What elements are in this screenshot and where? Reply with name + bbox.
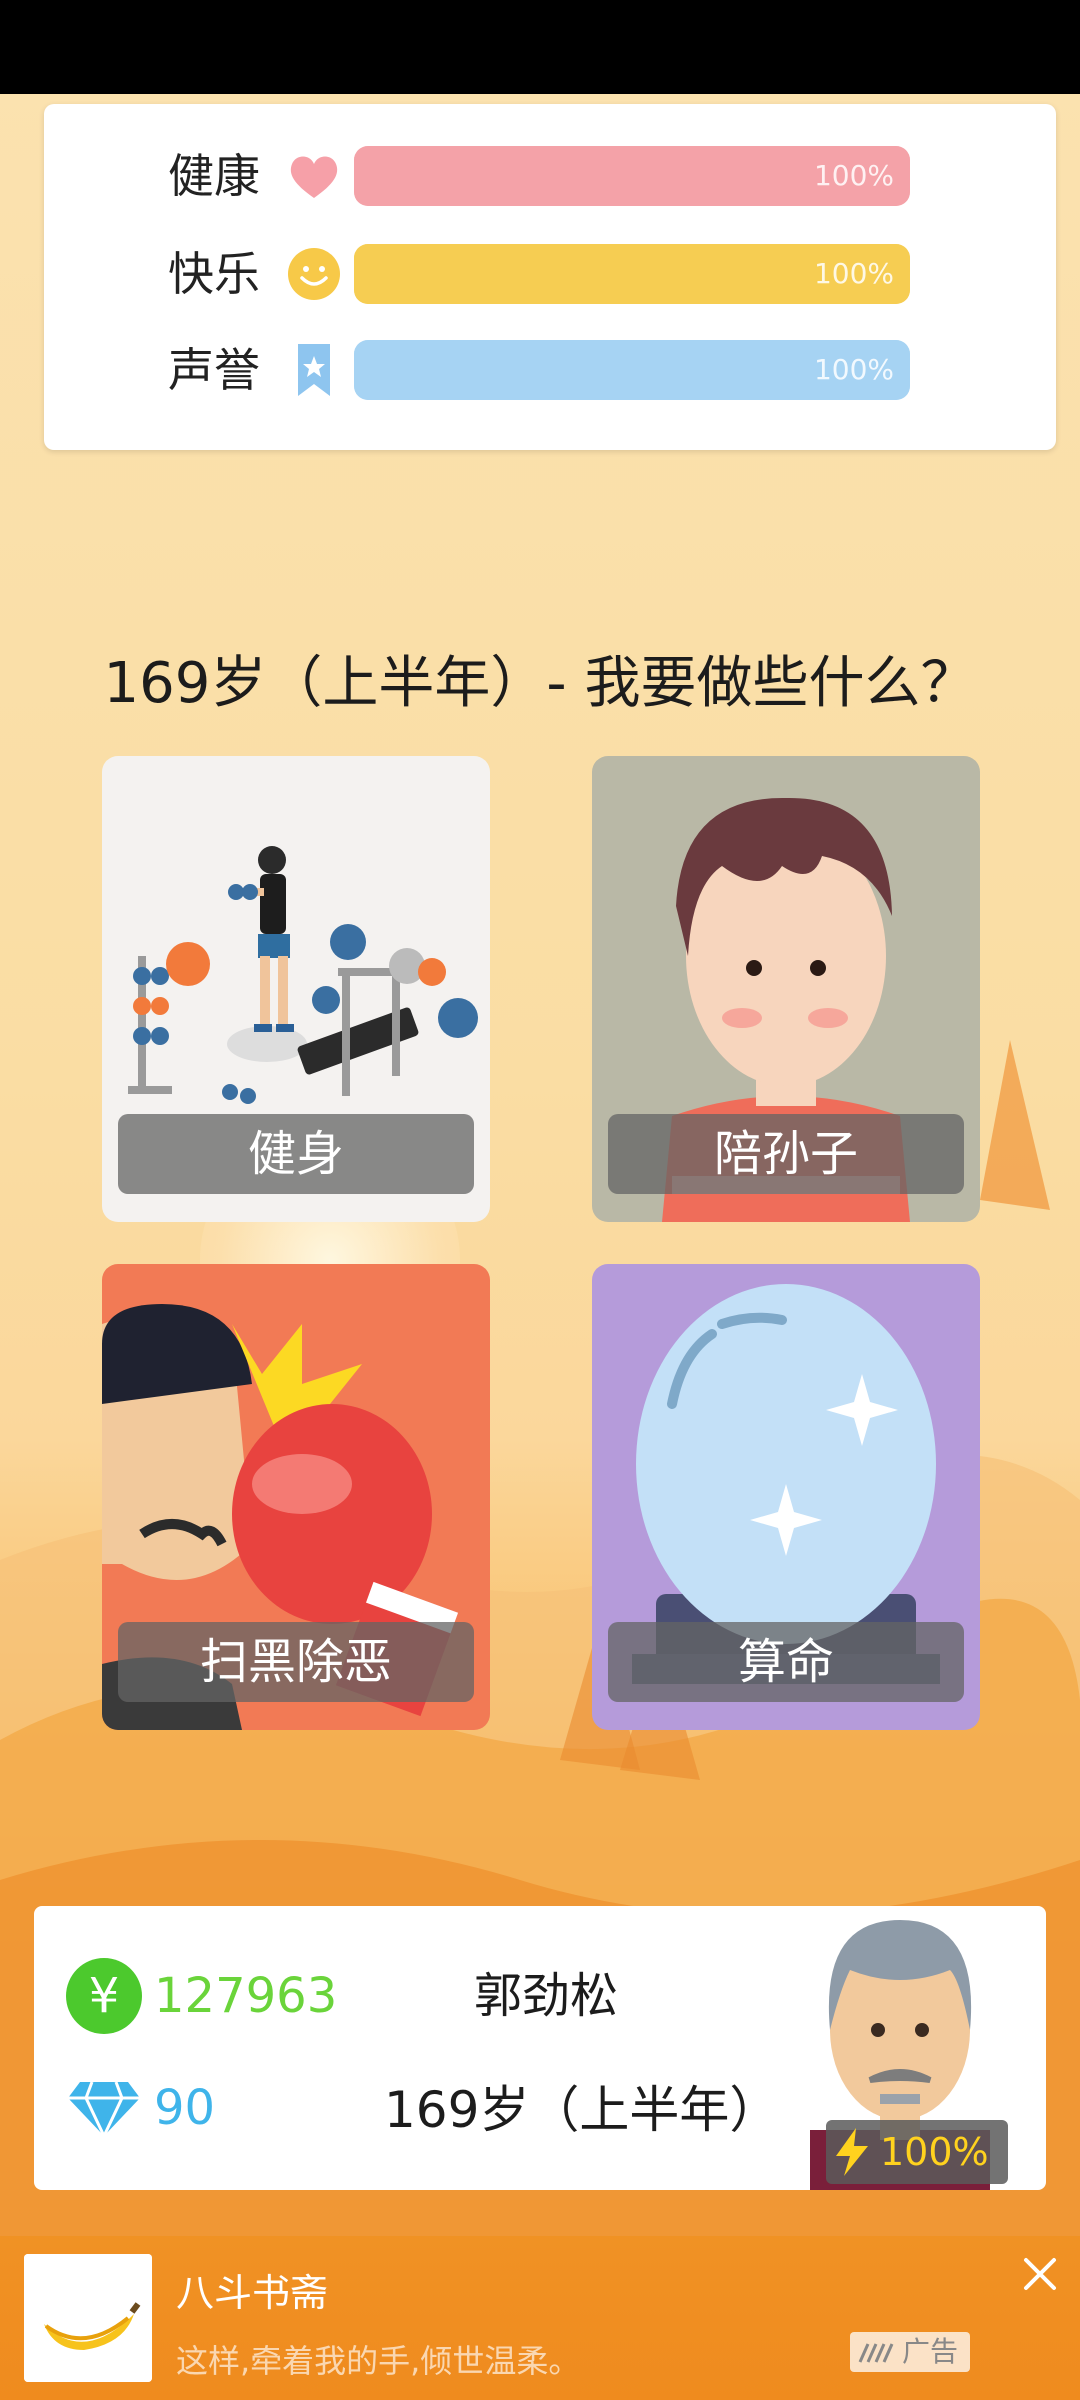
- player-age: 169岁（上半年）: [384, 2081, 780, 2139]
- stat-label: 声誉: [168, 343, 260, 397]
- ad-network-icon: [858, 2343, 894, 2363]
- stats-panel: 健康 100% 快乐 100% 声誉 100%: [44, 104, 1056, 450]
- action-label: 算命: [608, 1622, 964, 1702]
- lightning-icon: [836, 2128, 868, 2176]
- ad-title: 八斗书斋: [176, 2271, 329, 2315]
- money-value: 127963: [154, 1968, 338, 2024]
- heart-icon: [290, 156, 338, 198]
- gem-value: 90: [154, 2080, 216, 2136]
- question-title: 169岁（上半年）- 我要做些什么？: [103, 651, 977, 716]
- ad-badge-label: 广告: [902, 2335, 959, 2368]
- action-label: 扫黑除恶: [118, 1622, 474, 1702]
- health-bar: 100%: [354, 146, 910, 206]
- happiness-bar: 100%: [354, 244, 910, 304]
- reputation-bar: 100%: [354, 340, 910, 400]
- bookmark-star-icon: [298, 344, 330, 396]
- stat-label: 快乐: [168, 247, 260, 301]
- stat-label: 健康: [168, 149, 260, 203]
- action-label: 陪孙子: [608, 1114, 964, 1194]
- close-icon[interactable]: [1018, 2252, 1062, 2296]
- energy-badge: 100%: [826, 2120, 1008, 2184]
- health-value: 100%: [813, 159, 894, 192]
- action-card-grandchild[interactable]: 陪孙子: [592, 756, 980, 1222]
- action-card-fitness[interactable]: 健身: [102, 756, 490, 1222]
- ad-banana-image: [24, 2254, 152, 2382]
- energy-value: 100%: [880, 2130, 989, 2174]
- ad-banner[interactable]: 八斗书斋 这样,牵着我的手,倾世温柔。 广告: [0, 2236, 1080, 2400]
- ad-description: 这样,牵着我的手,倾世温柔。: [176, 2342, 581, 2380]
- action-label: 健身: [118, 1114, 474, 1194]
- diamond-icon: [68, 2081, 140, 2138]
- player-name: 郭劲松: [474, 1968, 619, 2024]
- status-bar: [0, 0, 1080, 94]
- smiley-icon: [288, 248, 340, 300]
- ad-badge: 广告: [850, 2332, 970, 2372]
- action-card-fortune[interactable]: 算命: [592, 1264, 980, 1730]
- reputation-value: 100%: [813, 353, 894, 386]
- stat-health: 健康 100%: [44, 146, 1056, 206]
- action-card-fight-crime[interactable]: 扫黑除恶: [102, 1264, 490, 1730]
- yuan-icon: ¥: [66, 1958, 142, 2034]
- happiness-value: 100%: [813, 257, 894, 290]
- stat-reputation: 声誉 100%: [44, 340, 1056, 400]
- stat-happiness: 快乐 100%: [44, 244, 1056, 304]
